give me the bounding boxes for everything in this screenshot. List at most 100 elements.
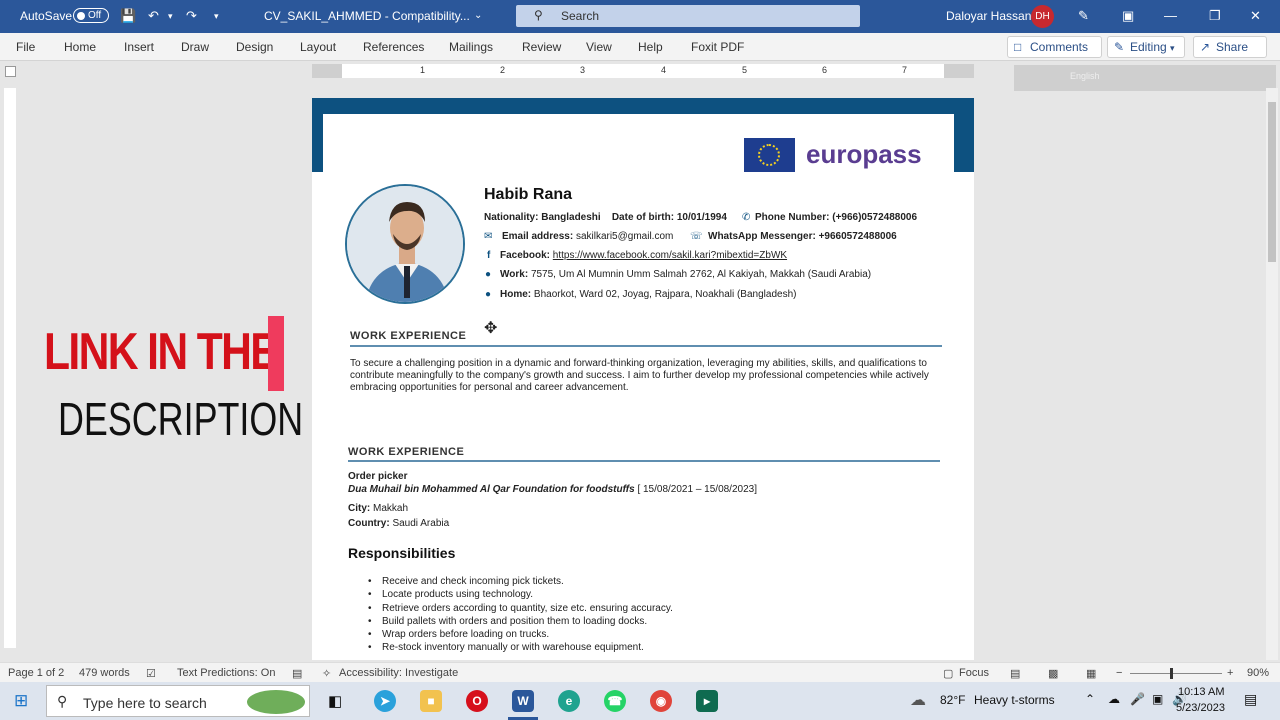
taskbar-search[interactable]: ⚲ Type here to search xyxy=(46,685,310,717)
section-divider xyxy=(348,460,940,462)
microphone-icon[interactable]: 🎤 xyxy=(1130,692,1145,706)
customize-toolbar-icon[interactable]: ▾ xyxy=(214,11,219,22)
responsibilities-heading: Responsibilities xyxy=(348,545,456,561)
section-title: WORK EXPERIENCE xyxy=(348,446,465,458)
ruler-number: 4 xyxy=(661,65,667,75)
focus-button[interactable]: Focus xyxy=(959,667,989,679)
windows-start-icon[interactable]: ⊞ xyxy=(14,691,28,711)
vertical-scrollbar[interactable] xyxy=(1266,88,1278,660)
user-name[interactable]: Daloyar Hassan xyxy=(946,9,1031,23)
tab-references[interactable]: References xyxy=(363,40,424,54)
tab-review[interactable]: Review xyxy=(522,40,561,54)
tab-draw[interactable]: Draw xyxy=(181,40,209,54)
print-layout-icon[interactable]: ▩ xyxy=(1048,667,1058,680)
ruler-number: 5 xyxy=(742,65,748,75)
restore-icon[interactable]: ❐ xyxy=(1209,8,1221,24)
overlay-accent-bar xyxy=(268,316,284,391)
document-title[interactable]: CV_SAKIL_AHMMED - Compatibility... xyxy=(264,9,470,23)
tab-view[interactable]: View xyxy=(586,40,612,54)
tab-selector[interactable] xyxy=(5,66,16,77)
nationality-dob-phone-line: Nationality: Bangladeshi Date of birth: … xyxy=(484,212,727,223)
facebook-link[interactable]: https://www.facebook.com/sakil.kari?mibe… xyxy=(553,250,787,261)
comments-button[interactable]: □ Comments xyxy=(1007,36,1102,58)
turtle-icon xyxy=(247,690,305,714)
opera-icon[interactable]: O xyxy=(466,690,488,712)
search-placeholder: Search xyxy=(561,9,600,23)
tab-layout[interactable]: Layout xyxy=(300,40,336,54)
editing-button[interactable]: ✎ Editing ▾ xyxy=(1107,36,1185,58)
title-dropdown-icon[interactable]: ⌄ xyxy=(474,10,482,21)
tab-home[interactable]: Home xyxy=(64,40,96,54)
text-predictions[interactable]: Text Predictions: On xyxy=(177,667,275,679)
header-band xyxy=(312,98,974,114)
onedrive-icon[interactable]: ☁ xyxy=(1108,692,1120,706)
home-address-line: Home: Bhaorkot, Ward 02, Joyag, Rajpara,… xyxy=(500,289,797,300)
proofing-icon[interactable]: ☑ xyxy=(146,667,156,680)
web-layout-icon[interactable]: ▦ xyxy=(1086,667,1096,680)
document-page[interactable]: europass Habib Rana Nationality: Banglad… xyxy=(312,98,974,660)
share-button[interactable]: ↗ Share xyxy=(1193,36,1267,58)
taskbar: ⊞ ⚲ Type here to search ◧ ➤ ■ O W e ☎ ◉ … xyxy=(0,682,1280,720)
zoom-slider-handle[interactable] xyxy=(1170,668,1173,679)
email-icon: ✉ xyxy=(484,231,493,242)
whatsapp-icon[interactable]: ☎ xyxy=(604,690,626,712)
pen-icon[interactable]: ✎ xyxy=(1078,8,1089,24)
vertical-ruler xyxy=(4,88,16,648)
tab-design[interactable]: Design xyxy=(236,40,273,54)
zoom-slider[interactable] xyxy=(1130,673,1222,674)
search-box[interactable]: ⚲ Search xyxy=(516,5,860,27)
accessibility-status[interactable]: Accessibility: Investigate xyxy=(339,667,458,679)
word-icon[interactable]: W xyxy=(512,690,534,712)
header-band-right xyxy=(954,98,974,172)
list-item: Locate products using technology. xyxy=(368,589,673,602)
chrome-icon[interactable]: ◉ xyxy=(650,690,672,712)
ruler-number: 2 xyxy=(500,65,506,75)
ribbon-display-icon[interactable]: ▣ xyxy=(1122,8,1134,24)
autosave-toggle[interactable]: Off xyxy=(73,8,109,23)
europass-logo-text: europass xyxy=(806,139,922,169)
phone-icon: ✆ xyxy=(742,212,751,223)
tab-foxit-pdf[interactable]: Foxit PDF xyxy=(691,40,744,54)
status-bar: Page 1 of 2 479 words ☑ Text Predictions… xyxy=(0,662,1280,682)
close-icon[interactable]: ✕ xyxy=(1250,8,1261,24)
display-icon[interactable]: ▣ xyxy=(1152,692,1163,706)
undo-icon[interactable]: ↶ xyxy=(148,8,159,24)
minimize-icon[interactable]: — xyxy=(1164,8,1177,23)
notifications-icon[interactable]: ▤ xyxy=(1244,691,1257,708)
temperature[interactable]: 82°F xyxy=(940,693,965,707)
zoom-level[interactable]: 90% xyxy=(1247,667,1269,679)
zoom-in-icon[interactable]: + xyxy=(1227,667,1233,679)
tab-file[interactable]: File xyxy=(16,40,35,54)
zoom-out-icon[interactable]: − xyxy=(1116,667,1122,679)
search-icon: ⚲ xyxy=(534,8,543,22)
clock-date[interactable]: 5/23/2023 xyxy=(1176,702,1225,714)
tab-mailings[interactable]: Mailings xyxy=(449,40,493,54)
whatsapp-line: WhatsApp Messenger: +9660572488006 xyxy=(708,231,897,242)
chevron-up-icon[interactable]: ⌃ xyxy=(1085,692,1095,706)
undo-dropdown-icon[interactable]: ▾ xyxy=(168,11,173,22)
country-line: Country: Saudi Arabia xyxy=(348,518,450,529)
avatar[interactable]: DH xyxy=(1031,5,1054,28)
ruler-number: 1 xyxy=(420,65,426,75)
list-item: Receive and check incoming pick tickets. xyxy=(368,576,673,589)
tab-insert[interactable]: Insert xyxy=(124,40,154,54)
app-icon[interactable]: ▸ xyxy=(696,690,718,712)
focus-icon: ▢ xyxy=(943,668,954,680)
read-mode-icon[interactable]: ▤ xyxy=(1010,667,1020,680)
task-view-icon[interactable]: ◧ xyxy=(328,692,342,710)
weather-description[interactable]: Heavy t-storms xyxy=(974,693,1055,707)
overlay-headline: LINK IN THE xyxy=(44,323,279,381)
share-icon: ↗ xyxy=(1200,40,1211,54)
word-count[interactable]: 479 words xyxy=(79,667,130,679)
redo-icon[interactable]: ↷ xyxy=(186,8,197,24)
edge-icon[interactable]: e xyxy=(558,690,580,712)
macro-icon[interactable]: ▤ xyxy=(292,667,302,680)
save-icon[interactable]: 💾 xyxy=(120,8,136,24)
telegram-icon[interactable]: ➤ xyxy=(374,690,396,712)
file-explorer-icon[interactable]: ■ xyxy=(420,690,442,712)
scrollbar-thumb[interactable] xyxy=(1268,102,1276,262)
clock-time[interactable]: 10:13 AM xyxy=(1178,686,1224,698)
page-count[interactable]: Page 1 of 2 xyxy=(8,667,64,679)
tab-help[interactable]: Help xyxy=(638,40,663,54)
facebook-line: Facebook: https://www.facebook.com/sakil… xyxy=(500,250,788,261)
